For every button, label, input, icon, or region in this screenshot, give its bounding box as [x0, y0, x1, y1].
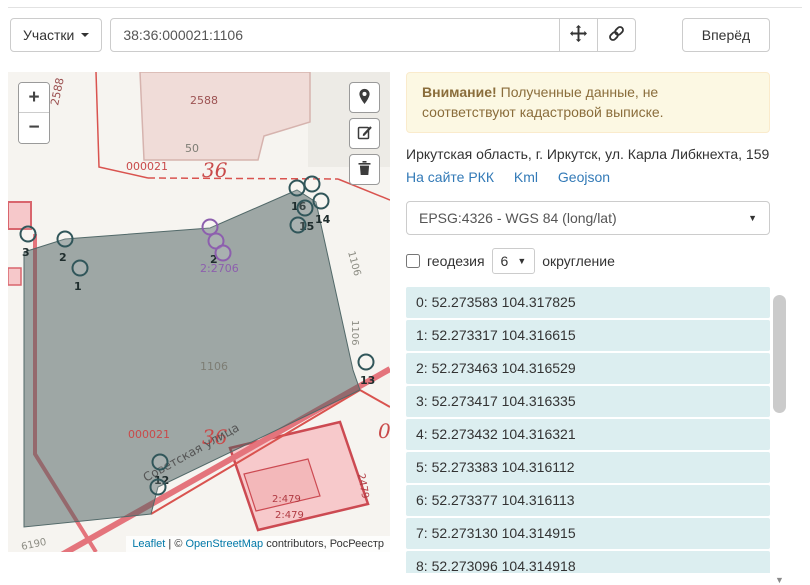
- map-label: 2:2706: [200, 262, 239, 275]
- zoom-control: + −: [18, 82, 50, 144]
- vertex-marker[interactable]: [216, 246, 231, 261]
- page-scrollbar: ▼: [773, 63, 786, 585]
- parcel-address: Иркутская область, г. Иркутск, ул. Карла…: [406, 145, 770, 165]
- map-label: 000021: [126, 160, 168, 173]
- warning-title: Внимание!: [422, 84, 497, 100]
- coordinate-row: 6: 52.273377 104.316113: [406, 485, 770, 516]
- vertex-marker[interactable]: [153, 455, 168, 470]
- main-content: 2588258850000021360000213600110611061106…: [0, 72, 810, 573]
- layers-dropdown-button[interactable]: Участки: [10, 18, 102, 52]
- rounding-label: округление: [542, 253, 615, 269]
- geojson-link[interactable]: Geojson: [558, 169, 610, 185]
- locate-on-map-button[interactable]: [559, 18, 598, 52]
- coordinate-row: 3: 52.273417 104.316335: [406, 386, 770, 417]
- vertex-marker[interactable]: [298, 201, 313, 216]
- leaflet-link[interactable]: Leaflet: [132, 538, 165, 550]
- coordinate-row: 0: 52.273583 104.317825: [406, 287, 770, 318]
- chevron-down-icon: ▼: [517, 256, 526, 266]
- zoom-in-button[interactable]: +: [19, 83, 49, 113]
- edit-polygon-button[interactable]: [349, 118, 380, 149]
- attribution-separator: | ©: [165, 538, 185, 550]
- coordinate-row: 5: 52.273383 104.316112: [406, 452, 770, 483]
- scrollbar-down-arrow[interactable]: ▼: [775, 575, 784, 585]
- epsg-select[interactable]: EPSG:4326 - WGS 84 (long/lat) ▼: [406, 201, 770, 235]
- vertex-marker[interactable]: [151, 480, 166, 495]
- vertex-number: 1: [74, 280, 82, 293]
- edit-pencil-icon: [357, 124, 373, 143]
- vertex-marker[interactable]: [203, 220, 218, 235]
- kml-link[interactable]: Kml: [514, 169, 538, 185]
- toolbar: Участки Вперёд: [8, 7, 802, 52]
- map-label: 000021: [128, 428, 170, 441]
- map-label: 2:479: [275, 510, 304, 521]
- vertex-marker[interactable]: [21, 227, 36, 242]
- warning-alert: Внимание!Полученные данные, не соответст…: [406, 72, 770, 133]
- delete-polygon-button[interactable]: [349, 154, 380, 185]
- map-label: 2:479: [272, 494, 301, 505]
- map-canvas[interactable]: 2588258850000021360000213600110611061106…: [8, 72, 390, 552]
- attribution-suffix: contributors, РосРеестр: [263, 538, 384, 550]
- map-label: 1106: [349, 320, 360, 345]
- cadastral-number-input[interactable]: [110, 18, 560, 52]
- vertex-number: 3: [22, 246, 30, 259]
- export-links: На сайте РКК Kml Geojson: [406, 169, 770, 185]
- vertex-number: 14: [315, 213, 331, 226]
- coordinate-row: 1: 52.273317 104.316615: [406, 320, 770, 351]
- map-attribution: Leaflet | © OpenStreetMap contributors, …: [126, 536, 390, 552]
- vertex-number: 2: [59, 251, 67, 264]
- map-label: 36: [202, 158, 228, 182]
- link-icon: [608, 25, 625, 45]
- map-label: 50: [185, 142, 199, 155]
- map-label: 00: [378, 419, 390, 443]
- zoom-out-button[interactable]: −: [19, 113, 49, 143]
- vertex-marker[interactable]: [58, 232, 73, 247]
- map-tools: [349, 82, 380, 185]
- trash-icon: [357, 160, 372, 179]
- vertex-number: 13: [360, 374, 375, 387]
- rounding-selected-value: 6: [501, 253, 509, 269]
- forward-button[interactable]: Вперёд: [682, 18, 770, 52]
- rkk-site-link[interactable]: На сайте РКК: [406, 169, 494, 185]
- building-footprint: [8, 268, 21, 285]
- map-label: 1106: [200, 360, 228, 373]
- layers-dropdown-label: Участки: [23, 27, 74, 43]
- chevron-down-icon: ▼: [748, 213, 757, 223]
- coordinates-list: 0: 52.273583 104.3178251: 52.273317 104.…: [406, 287, 770, 573]
- move-crosshair-icon: [570, 25, 587, 45]
- vertex-marker[interactable]: [359, 355, 374, 370]
- geodesy-label: геодезия: [427, 253, 485, 269]
- chevron-down-icon: [81, 33, 89, 37]
- scrollbar-thumb[interactable]: [773, 295, 786, 413]
- vertex-marker[interactable]: [314, 194, 329, 209]
- coordinate-row: 2: 52.273463 104.316529: [406, 353, 770, 384]
- map-base-layer: 2588258850000021360000213600110611061106…: [8, 72, 390, 552]
- vertex-marker[interactable]: [290, 181, 305, 196]
- osm-link[interactable]: OpenStreetMap: [185, 538, 263, 550]
- copy-link-button[interactable]: [597, 18, 636, 52]
- info-panel: Внимание!Полученные данные, не соответст…: [406, 72, 770, 573]
- geodesy-checkbox[interactable]: [406, 254, 420, 268]
- epsg-selected-value: EPSG:4326 - WGS 84 (long/lat): [419, 210, 617, 226]
- search-group: [110, 18, 636, 52]
- rounding-select[interactable]: 6 ▼: [492, 248, 536, 274]
- coordinate-row: 4: 52.273432 104.316321: [406, 419, 770, 450]
- vertex-marker[interactable]: [305, 177, 320, 192]
- geodesy-row: геодезия 6 ▼ округление: [406, 248, 770, 274]
- building-footprint: [8, 202, 31, 229]
- coordinate-row: 8: 52.273096 104.314918: [406, 551, 770, 573]
- map-label: 2588: [190, 94, 218, 107]
- coordinate-row: 7: 52.273130 104.314915: [406, 518, 770, 549]
- location-pin-icon: [356, 88, 373, 108]
- vertex-marker[interactable]: [291, 218, 306, 233]
- vertex-marker[interactable]: [73, 261, 88, 276]
- marker-tool-button[interactable]: [349, 82, 380, 113]
